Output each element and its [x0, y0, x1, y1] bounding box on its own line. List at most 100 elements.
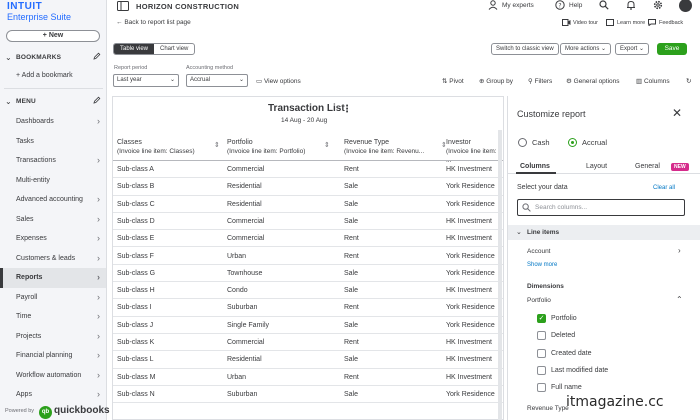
video-tour-label[interactable]: Video tour	[573, 20, 598, 26]
table-cell: HK Investment	[446, 217, 492, 225]
table-row[interactable]: Sub-class C Residential Sale York Residence	[113, 196, 503, 213]
cash-radio[interactable]	[518, 138, 527, 147]
table-row[interactable]: Sub-class J Single Family Sale York Residen…	[113, 317, 503, 334]
tab-columns[interactable]: Columns	[520, 163, 550, 170]
sidebar-item-tasks[interactable]: Tasks	[0, 132, 106, 152]
accounting-method-select[interactable]: Accrual ⌄	[186, 74, 248, 87]
my-experts-label[interactable]: My experts	[502, 2, 534, 9]
filters-button[interactable]: ⚲ Filters	[528, 77, 552, 85]
bookmarks-chevron-icon[interactable]: ⌄	[5, 53, 12, 62]
pivot-icon: ⇅	[442, 78, 448, 85]
search-icon[interactable]	[599, 0, 609, 10]
my-experts-icon[interactable]	[488, 0, 498, 10]
feedback-label[interactable]: Feedback	[659, 20, 683, 26]
export-button[interactable]: Export ⌄	[615, 43, 650, 55]
back-to-report-list-link[interactable]: ← Back to report list page	[116, 19, 191, 26]
sidebar-item-projects[interactable]: Projects ›	[0, 327, 106, 347]
deleted-checkbox-label: Deleted	[551, 332, 576, 340]
sidebar-item-workflow-automation[interactable]: Workflow automation ›	[0, 366, 106, 386]
columns-button[interactable]: ▥ Columns	[636, 77, 670, 85]
sort-icon[interactable]: ⇕	[324, 141, 330, 149]
bookmarks-header: BOOKMARKS	[16, 54, 62, 61]
edit-menu-icon[interactable]	[93, 96, 101, 104]
show-more-link[interactable]: Show more	[527, 262, 557, 268]
refresh-icon[interactable]: ↻	[686, 77, 691, 85]
clear-all-link[interactable]: Clear all	[653, 185, 675, 191]
full-name-checkbox[interactable]	[537, 383, 546, 393]
notifications-bell-icon[interactable]	[626, 0, 636, 10]
view-options-button[interactable]: ▭ View options	[256, 77, 301, 85]
learn-more-icon[interactable]	[606, 19, 614, 26]
created-date-checkbox[interactable]	[537, 348, 546, 358]
switch-classic-view-button[interactable]: Switch to classic view	[491, 43, 559, 55]
account-item[interactable]: Account	[527, 248, 551, 255]
table-row[interactable]: Sub-class L Residential Sale HK Investment	[113, 351, 503, 369]
report-title-menu-icon[interactable]: ⋮	[342, 104, 352, 115]
deleted-checkbox[interactable]	[537, 331, 546, 341]
table-row[interactable]: Sub-class H Condo Sale HK Investment	[113, 282, 503, 300]
menu-chevron-icon[interactable]: ⌄	[5, 97, 12, 106]
chevron-right-icon[interactable]: ›	[678, 246, 681, 255]
accrual-radio[interactable]	[568, 138, 577, 147]
sidebar-item-time[interactable]: Time ›	[0, 307, 106, 327]
table-row[interactable]: Sub-class F Urban Rent York Residence	[113, 248, 503, 265]
last-modified-date-checkbox[interactable]	[537, 365, 546, 375]
table-row[interactable]: Sub-class I Suburban Rent York Residence	[113, 299, 503, 317]
sidebar-item-apps[interactable]: Apps ›	[0, 385, 106, 405]
edit-bookmarks-icon[interactable]	[93, 52, 101, 60]
pivot-button[interactable]: ⇅ Pivot	[442, 77, 464, 85]
column-header-1[interactable]: Portfolio (Invoice line item: Portfolio)	[227, 138, 305, 156]
column-header-0[interactable]: Classes (Invoice line item: Classes)	[117, 138, 195, 156]
table-row[interactable]: Sub-class K Commercial Rent HK Investment	[113, 334, 503, 352]
help-icon[interactable]: ?	[555, 0, 565, 10]
left-sidebar: INTUIT Enterprise Suite + New ⌄ BOOKMARK…	[0, 0, 110, 420]
sidebar-item-transactions[interactable]: Transactions ›	[0, 151, 106, 171]
more-actions-button[interactable]: More actions ⌄	[560, 43, 612, 55]
chevron-up-icon[interactable]: ⌃	[676, 295, 683, 304]
table-row[interactable]: Sub-class D Commercial Sale HK Investment	[113, 213, 503, 231]
sidebar-item-reports[interactable]: Reports ›	[0, 268, 106, 288]
sidebar-item-sales[interactable]: Sales ›	[0, 210, 106, 230]
table-view-tab[interactable]: Table view	[114, 44, 155, 54]
table-cell: York Residence	[446, 390, 495, 398]
chart-view-tab[interactable]: Chart view	[154, 44, 194, 54]
new-button[interactable]: + New	[6, 30, 100, 42]
line-items-label: Line items	[527, 229, 560, 236]
portfolio-checkbox[interactable]: ✓	[537, 314, 546, 323]
sidebar-item-dashboards[interactable]: Dashboards ›	[0, 112, 106, 132]
sidebar-item-multi-entity[interactable]: Multi-entity	[0, 171, 106, 191]
sidebar-item-payroll[interactable]: Payroll ›	[0, 288, 106, 308]
sidebar-item-expenses[interactable]: Expenses ›	[0, 229, 106, 249]
table-cell: Sale	[344, 269, 359, 277]
sort-icon[interactable]: ⇕	[214, 141, 220, 149]
sidebar-item-financial-planning[interactable]: Financial planning ›	[0, 346, 106, 366]
feedback-icon[interactable]	[648, 19, 656, 26]
table-row[interactable]: Sub-class E Commercial Rent HK Investment	[113, 230, 503, 248]
line-items-section[interactable]: ⌄ Line items	[508, 225, 700, 240]
tab-layout[interactable]: Layout	[586, 163, 607, 170]
sidebar-item-customers-leads[interactable]: Customers & leads ›	[0, 249, 106, 269]
table-row[interactable]: Sub-class B Residential Sale York Residence	[113, 178, 503, 196]
tab-general[interactable]: General	[635, 163, 660, 170]
sidebar-item-advanced-accounting[interactable]: Advanced accounting ›	[0, 190, 106, 210]
save-button[interactable]: Save	[657, 43, 687, 55]
video-tour-icon[interactable]	[562, 19, 571, 26]
close-icon[interactable]: ✕	[672, 106, 682, 120]
learn-more-label[interactable]: Learn more	[617, 20, 645, 26]
table-scrollbar[interactable]	[498, 130, 502, 420]
settings-gear-icon[interactable]	[653, 0, 663, 10]
collapse-sidebar-icon[interactable]	[117, 1, 129, 11]
group-by-label: Group by	[486, 78, 514, 85]
report-period-select[interactable]: Last year ⌄	[113, 74, 179, 87]
help-label[interactable]: Help	[569, 2, 582, 9]
table-row[interactable]: Sub-class N Suburban Sale York Residence	[113, 386, 503, 404]
general-options-button[interactable]: ⚙ General options	[566, 77, 620, 85]
column-header-2[interactable]: Revenue Type (Invoice line item: Revenu..…	[344, 138, 424, 156]
table-row[interactable]: Sub-class A Commercial Rent HK Investment	[113, 161, 503, 179]
search-columns-input[interactable]: Search columns...	[517, 199, 685, 216]
user-avatar[interactable]	[679, 0, 692, 12]
table-row[interactable]: Sub-class M Urban Rent HK Investment	[113, 369, 503, 386]
table-row[interactable]: Sub-class G Townhouse Sale York Residence	[113, 265, 503, 283]
add-bookmark-link[interactable]: + Add a bookmark	[16, 72, 73, 79]
group-by-button[interactable]: ⊕ Group by	[479, 77, 513, 85]
